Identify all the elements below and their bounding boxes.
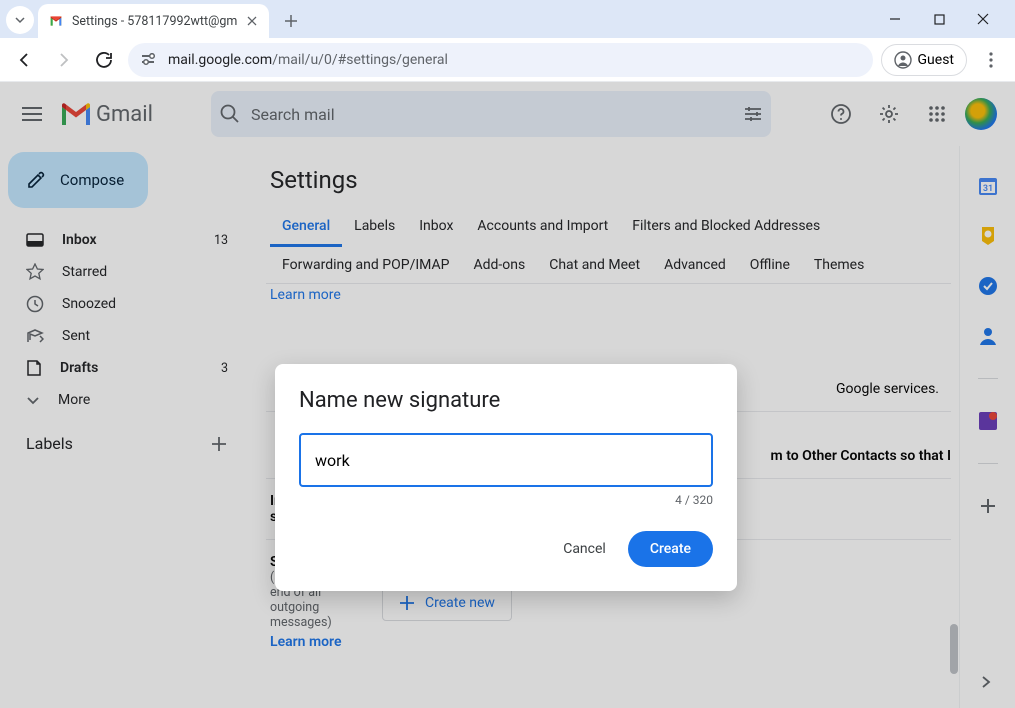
minimize-button[interactable] bbox=[881, 5, 909, 33]
search-icon bbox=[219, 103, 241, 125]
search-placeholder: Search mail bbox=[251, 105, 733, 124]
pencil-icon bbox=[26, 170, 46, 190]
dialog-title: Name new signature bbox=[299, 388, 713, 413]
profile-chip[interactable]: Guest bbox=[881, 44, 967, 76]
tab-forwarding-and-pop-imap[interactable]: Forwarding and POP/IMAP bbox=[270, 247, 461, 283]
gmail-icon bbox=[62, 103, 90, 125]
new-tab-button[interactable] bbox=[277, 7, 305, 35]
plus-icon bbox=[399, 595, 415, 611]
sent-icon bbox=[26, 328, 44, 344]
app-header: Gmail Search mail bbox=[0, 82, 1015, 146]
browser-menu-button[interactable] bbox=[975, 44, 1007, 76]
add-label-button[interactable] bbox=[210, 435, 228, 453]
site-settings-icon bbox=[142, 53, 158, 67]
tab-themes[interactable]: Themes bbox=[802, 247, 876, 283]
tab-filters-and-blocked-addresses[interactable]: Filters and Blocked Addresses bbox=[620, 208, 832, 247]
account-avatar[interactable] bbox=[965, 98, 997, 130]
side-panel-toggle[interactable] bbox=[969, 666, 1001, 698]
addon-icon[interactable] bbox=[976, 409, 1000, 433]
address-bar[interactable]: mail.google.com/mail/u/0/#settings/gener… bbox=[128, 43, 873, 77]
tab-general[interactable]: General bbox=[270, 208, 342, 247]
url-host: mail.google.com/mail/u/0/#settings/gener… bbox=[168, 52, 448, 68]
gmail-logo[interactable]: Gmail bbox=[62, 102, 153, 127]
sidebar-item-snoozed[interactable]: Snoozed bbox=[8, 288, 242, 320]
tab-close-button[interactable] bbox=[245, 14, 259, 28]
tab-add-ons[interactable]: Add-ons bbox=[461, 247, 537, 283]
scrollbar-thumb[interactable] bbox=[950, 624, 958, 674]
browser-tab[interactable]: Settings - 578117992wtt@gm bbox=[38, 4, 269, 38]
cancel-button[interactable]: Cancel bbox=[549, 533, 620, 565]
keep-icon[interactable] bbox=[976, 224, 1000, 248]
drafts-icon bbox=[26, 359, 42, 377]
signature-name-input[interactable] bbox=[299, 433, 713, 487]
tab-offline[interactable]: Offline bbox=[738, 247, 802, 283]
sidebar-item-inbox[interactable]: Inbox13 bbox=[8, 224, 242, 256]
name-signature-dialog: Name new signature 4 / 320 Cancel Create bbox=[275, 364, 737, 591]
gmail-favicon-icon bbox=[48, 13, 64, 29]
learn-more-link[interactable]: Learn more bbox=[270, 287, 341, 303]
tab-search-button[interactable] bbox=[6, 6, 34, 34]
support-button[interactable] bbox=[821, 94, 861, 134]
tab-inbox[interactable]: Inbox bbox=[407, 208, 465, 247]
window-controls bbox=[881, 0, 1009, 38]
labels-heading: Labels bbox=[26, 434, 73, 453]
tab-chat-and-meet[interactable]: Chat and Meet bbox=[537, 247, 652, 283]
contacts-icon[interactable] bbox=[976, 324, 1000, 348]
sidebar: Compose Inbox13StarredSnoozedSentDrafts3… bbox=[0, 146, 250, 708]
settings-tabs: GeneralLabelsInboxAccounts and ImportFil… bbox=[266, 208, 951, 284]
sidebar-item-starred[interactable]: Starred bbox=[8, 256, 242, 288]
more-icon bbox=[26, 395, 40, 405]
calendar-icon[interactable]: 31 bbox=[976, 174, 1000, 198]
browser-toolbar: mail.google.com/mail/u/0/#settings/gener… bbox=[0, 38, 1015, 82]
side-panel: 31 bbox=[959, 146, 1015, 708]
tasks-icon[interactable] bbox=[976, 274, 1000, 298]
tab-advanced[interactable]: Advanced bbox=[652, 247, 738, 283]
char-count: 4 / 320 bbox=[299, 493, 713, 507]
inbox-icon bbox=[26, 233, 44, 247]
settings-button[interactable] bbox=[869, 94, 909, 134]
tab-title: Settings - 578117992wtt@gm bbox=[72, 14, 237, 29]
create-button[interactable]: Create bbox=[628, 531, 713, 567]
main-menu-button[interactable] bbox=[10, 92, 54, 136]
signature-learn-more-link[interactable]: Learn more bbox=[270, 634, 372, 650]
reload-button[interactable] bbox=[88, 44, 120, 76]
app-name: Gmail bbox=[96, 102, 153, 127]
snoozed-icon bbox=[26, 295, 44, 313]
search-options-icon[interactable] bbox=[743, 105, 763, 123]
svg-text:31: 31 bbox=[982, 184, 992, 194]
search-bar[interactable]: Search mail bbox=[211, 91, 771, 137]
tab-accounts-and-import[interactable]: Accounts and Import bbox=[465, 208, 620, 247]
browser-tab-strip: Settings - 578117992wtt@gm bbox=[0, 0, 1015, 38]
sidebar-item-sent[interactable]: Sent bbox=[8, 320, 242, 352]
compose-button[interactable]: Compose bbox=[8, 152, 148, 208]
guest-icon bbox=[894, 51, 912, 69]
tab-labels[interactable]: Labels bbox=[342, 208, 407, 247]
page-title: Settings bbox=[270, 166, 951, 194]
sidebar-item-drafts[interactable]: Drafts3 bbox=[8, 352, 242, 384]
maximize-button[interactable] bbox=[925, 5, 953, 33]
back-button[interactable] bbox=[8, 44, 40, 76]
get-addons-button[interactable] bbox=[976, 494, 1000, 518]
starred-icon bbox=[26, 263, 44, 281]
apps-button[interactable] bbox=[917, 94, 957, 134]
sidebar-item-more[interactable]: More bbox=[8, 384, 242, 416]
close-window-button[interactable] bbox=[969, 5, 997, 33]
forward-button[interactable] bbox=[48, 44, 80, 76]
